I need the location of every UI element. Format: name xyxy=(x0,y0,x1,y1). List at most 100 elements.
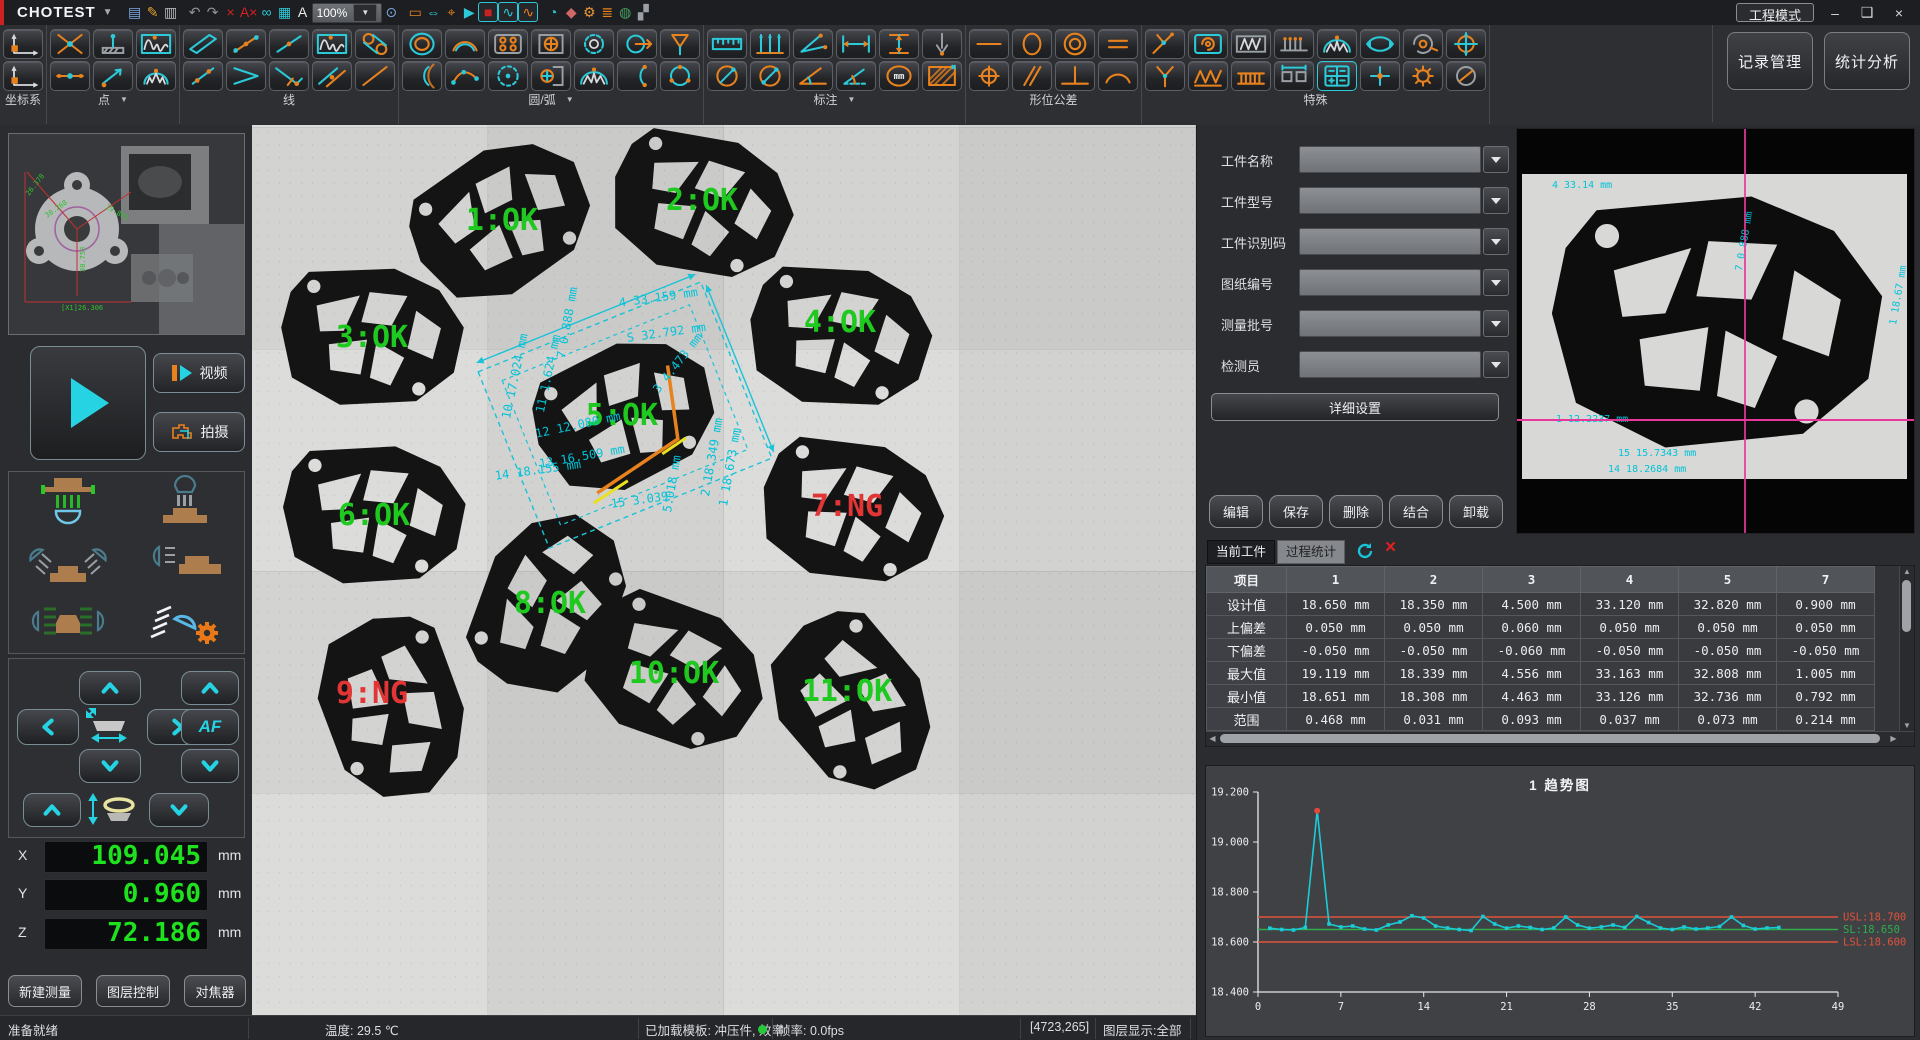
zoom-dropdown-caret[interactable]: ▼ xyxy=(353,4,377,22)
unload-button[interactable]: 卸载 xyxy=(1449,495,1503,528)
toolbar-group-caret-circle-arc[interactable]: ▼ xyxy=(566,95,574,104)
circle-arc-tool-targetsq-top3[interactable] xyxy=(531,29,571,59)
workpiece-model-dropdown[interactable] xyxy=(1483,187,1509,214)
special-tool-calc-bot4[interactable] xyxy=(1317,61,1357,91)
dimension-tool-cdiag-bot0[interactable] xyxy=(707,61,747,91)
dimension-tool-wdim-top3[interactable] xyxy=(836,29,876,59)
detail-settings-button[interactable]: 详细设置 xyxy=(1211,393,1499,421)
gd-tolerance-tool-perp-bot2[interactable] xyxy=(1055,61,1095,91)
redo-icon[interactable]: ↷ xyxy=(204,3,222,21)
table-row[interactable]: 最小值18.651 mm18.308 mm4.463 mm33.126 mm32… xyxy=(1207,685,1875,708)
circle-arc-tool-conc-top0[interactable] xyxy=(402,29,442,59)
batch-number-dropdown[interactable] xyxy=(1483,310,1509,337)
special-tool-combgray-top3[interactable] xyxy=(1274,29,1314,59)
inspector-dropdown[interactable] xyxy=(1483,351,1509,378)
delete-all-icon[interactable]: A× xyxy=(240,3,258,21)
point-tool-ptarrow-bot1[interactable] xyxy=(93,61,133,91)
globe-icon[interactable]: ◍ xyxy=(616,3,634,21)
special-tool-spiral-top6[interactable] xyxy=(1403,29,1443,59)
dual-side-light-button[interactable] xyxy=(9,532,127,592)
line-tool-linkc-top4[interactable] xyxy=(355,29,395,59)
clear-icon[interactable]: × xyxy=(1385,537,1396,559)
gd-tolerance-tool-targx-bot0[interactable] xyxy=(969,61,1009,91)
point-tool-cross-top0[interactable] xyxy=(50,29,90,59)
dimension-tool-vdrop-top5[interactable] xyxy=(922,29,962,59)
minimize-button[interactable]: – xyxy=(1824,5,1846,21)
app-logo[interactable]: CHOTEST xyxy=(17,4,96,21)
image-search-icon[interactable]: ⊙ xyxy=(382,3,400,21)
circle-arc-tool-pin-top6[interactable] xyxy=(660,29,700,59)
dimension-tool-adim-top2[interactable] xyxy=(793,29,833,59)
table-vertical-scrollbar[interactable]: ▲▼ xyxy=(1899,566,1914,732)
workpiece-id-dropdown[interactable] xyxy=(1483,228,1509,255)
special-tool-branch-top0[interactable] xyxy=(1145,29,1185,59)
line-tool-linepts2-bot0[interactable] xyxy=(183,61,223,91)
gd-tolerance-tool-eq-top3[interactable] xyxy=(1098,29,1138,59)
close-button[interactable]: × xyxy=(1888,5,1910,21)
stage-up-button[interactable] xyxy=(79,671,141,705)
circle-arc-tool-curvepts-bot1[interactable] xyxy=(445,61,485,91)
table-header[interactable]: 1 xyxy=(1287,567,1385,593)
single-side-light-button[interactable] xyxy=(127,532,245,592)
dimension-tool-varrows-top1[interactable] xyxy=(750,29,790,59)
special-tool-scan-top2[interactable] xyxy=(1231,29,1271,59)
table-header[interactable]: 2 xyxy=(1385,567,1483,593)
line-tool-linepts-top1[interactable] xyxy=(226,29,266,59)
edit-button[interactable]: 编辑 xyxy=(1209,495,1263,528)
line-tool-perpdrop-bot2[interactable] xyxy=(269,61,309,91)
probe-icon[interactable]: ⌖ xyxy=(442,3,460,21)
circle-arc-tool-arcc-bot5[interactable] xyxy=(617,61,657,91)
special-tool-targmove-top7[interactable] xyxy=(1446,29,1486,59)
special-tool-ybranch-bot0[interactable] xyxy=(1145,61,1185,91)
special-tool-comborange-bot2[interactable] xyxy=(1231,61,1271,91)
toolbar-group-caret-point[interactable]: ▼ xyxy=(120,95,128,104)
coordinate-system-tool-axis-bot0[interactable] xyxy=(3,61,43,91)
special-tool-zig-bot1[interactable] xyxy=(1188,61,1228,91)
coaxial-light-button[interactable] xyxy=(127,472,245,532)
table-header[interactable]: 5 xyxy=(1679,567,1777,593)
delete-button[interactable]: 删除 xyxy=(1329,495,1383,528)
tab-process-statistics[interactable]: 过程统计 xyxy=(1277,540,1345,564)
dimension-tool-cdiag2-bot1[interactable] xyxy=(750,61,790,91)
table-header[interactable]: 4 xyxy=(1581,567,1679,593)
circle-arc-tool-arcleft-bot0[interactable] xyxy=(402,61,442,91)
stage-down-button[interactable] xyxy=(79,749,141,783)
drawing-number-input[interactable] xyxy=(1299,269,1481,296)
line-tool-line2-bot4[interactable] xyxy=(355,61,395,91)
waveform-icon[interactable]: ∿ xyxy=(498,2,518,22)
circle-arc-tool-gearc-top4[interactable] xyxy=(574,29,614,59)
drawing-number-dropdown[interactable] xyxy=(1483,269,1509,296)
gd-tolerance-tool-ello-top1[interactable] xyxy=(1012,29,1052,59)
record-icon[interactable]: ■ xyxy=(478,2,498,22)
table-header[interactable]: 3 xyxy=(1483,567,1581,593)
autofocus-button[interactable]: AF xyxy=(181,709,239,745)
transmitted-light-button[interactable] xyxy=(9,472,127,532)
line-tool-dparallel-bot3[interactable] xyxy=(312,61,352,91)
data-icon[interactable]: ≣ xyxy=(598,3,616,21)
table-header[interactable]: 项目 xyxy=(1207,567,1287,593)
save-button[interactable]: 保存 xyxy=(1269,495,1323,528)
part-icon[interactable]: ▞ xyxy=(634,3,652,21)
new-measurement-button[interactable]: 新建测量 xyxy=(8,975,82,1007)
dimension-tool-hatch-bot5[interactable] xyxy=(922,61,962,91)
point-tool-pplane-top1[interactable] xyxy=(93,29,133,59)
camera-view[interactable]: 1:OK2:OK3:OK4:OK5:OK6:OK7:NG8:OK9:NG10:O… xyxy=(252,125,1196,1015)
timer-icon[interactable]: ◔ xyxy=(544,3,562,21)
circle-arc-tool-four-top2[interactable] xyxy=(488,29,528,59)
play-small-icon[interactable]: ▶ xyxy=(460,3,478,21)
circle-arc-tool-bracketc-bot3[interactable] xyxy=(531,61,571,91)
gd-tolerance-tool-conc2-top2[interactable] xyxy=(1055,29,1095,59)
special-tool-crown-top4[interactable] xyxy=(1317,29,1357,59)
print-icon[interactable]: ▥ xyxy=(162,3,180,21)
point-tool-midpt-bot0[interactable] xyxy=(50,61,90,91)
save-icon[interactable]: ▤ xyxy=(126,3,144,21)
waveform-orange-icon[interactable]: ∿ xyxy=(518,2,538,22)
resize-icon[interactable]: ⇔ xyxy=(424,3,442,21)
ring-light-button[interactable] xyxy=(9,593,127,653)
engineering-mode-button[interactable]: 工程模式 xyxy=(1736,3,1814,22)
line-tool-line-top2[interactable] xyxy=(269,29,309,59)
workpiece-id-input[interactable] xyxy=(1299,228,1481,255)
table-horizontal-scrollbar[interactable]: ◀▶ xyxy=(1206,731,1914,746)
point-tool-wavebox-top2[interactable] xyxy=(136,29,176,59)
special-tool-coil-top1[interactable] xyxy=(1188,29,1228,59)
